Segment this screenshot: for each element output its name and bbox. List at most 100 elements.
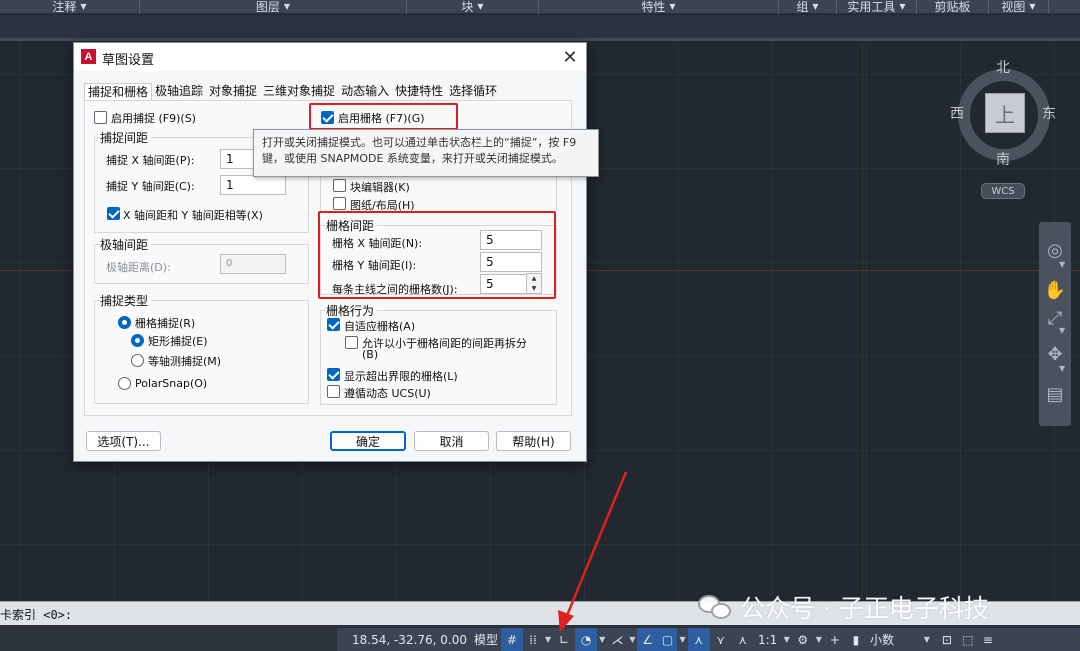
units-icon-button[interactable]: ▮ [846, 628, 866, 651]
block-editor-checkbox[interactable] [333, 179, 346, 192]
ribbon-panel-clipboard[interactable]: 剪贴板 [917, 0, 989, 14]
dialog-tabs: 捕捉和栅格 极轴追踪 对象捕捉 三维对象捕捉 动态输入 快捷特性 选择循环 [84, 83, 500, 101]
object-snap-button[interactable]: ▢ [657, 628, 678, 651]
properties-icon: ⊡ [941, 632, 952, 647]
ribbon-panel-properties[interactable]: 特性 ▼ [539, 0, 779, 14]
units-value: 小数 [869, 633, 894, 647]
chevron-down-icon[interactable]: ▼ [677, 635, 687, 644]
polar-distance-label: 极轴距离(D): [106, 261, 171, 274]
tab-dynamic-input[interactable]: 动态输入 [338, 83, 392, 101]
close-button[interactable]: ✕ [560, 47, 580, 68]
polarsnap-radio[interactable] [118, 377, 131, 390]
customize-menu-button[interactable]: ≡ [978, 628, 998, 651]
chevron-down-icon[interactable]: ▼ [627, 635, 637, 644]
ribbon-panel-block[interactable]: 块 ▼ [407, 0, 539, 14]
chevron-down-icon[interactable]: ▼ [782, 635, 792, 644]
viewcube-top-face[interactable]: 上 [985, 93, 1025, 133]
dialog-title-bar[interactable]: A 草图设置 ✕ [74, 43, 586, 71]
model-space-button[interactable]: 模型 [471, 628, 501, 651]
navigation-bar: ◎ ▼ ✋ ⤢ ▼ ✥ ▼ ▤ [1039, 222, 1071, 426]
dialog-title: 草图设置 [102, 53, 155, 68]
ribbon-panel-layers[interactable]: 图层 ▼ [140, 0, 407, 14]
drafting-settings-dialog: A 草图设置 ✕ 捕捉和栅格 极轴追踪 对象捕捉 三维对象捕捉 动态输入 快捷特… [73, 42, 587, 462]
x-axis-line [0, 270, 74, 271]
help-button[interactable]: 帮助(H) [496, 431, 571, 451]
annotation-icon: ⋏ [694, 632, 704, 647]
ribbon-panel-label: 视图 [1001, 0, 1026, 14]
ok-button[interactable]: 确定 [330, 431, 406, 451]
snap-type-title: 捕捉类型 [100, 292, 152, 309]
tab-3d-object-snap[interactable]: 三维对象捕捉 [260, 83, 338, 101]
chevron-down-icon: ▼ [1029, 2, 1036, 11]
grid-behavior-title: 栅格行为 [326, 302, 378, 319]
compass-north[interactable]: 北 [996, 57, 1010, 77]
beyond-limits-checkbox[interactable] [327, 368, 340, 381]
object-snap-tracking-button[interactable]: ∠ [637, 628, 658, 651]
wechat-logo-icon [698, 593, 734, 621]
annotation-visibility-button[interactable]: ⋏ [687, 628, 710, 651]
subdivide-checkbox[interactable] [345, 336, 358, 349]
chevron-down-icon: ▼ [80, 2, 87, 11]
annotation-scale[interactable]: 1:1 [754, 628, 782, 651]
paper-layout-checkbox[interactable] [333, 197, 346, 210]
tab-snap-and-grid[interactable]: 捕捉和栅格 [84, 83, 153, 101]
viewcube[interactable]: 上 北 南 西 东 [950, 55, 1060, 168]
chevron-down-icon: ▼ [899, 2, 906, 11]
major-line-spinner[interactable]: ▲ ▼ [526, 273, 542, 294]
autocad-logo-icon: A [81, 49, 96, 64]
snap-dots-icon: ⁞⁞ [529, 632, 537, 647]
snap-on-checkbox[interactable] [94, 111, 107, 124]
spin-up-icon[interactable]: ▲ [527, 274, 541, 284]
scale-icon: ⋏ [738, 632, 748, 647]
steering-wheel-icon[interactable]: ◎ [1043, 238, 1067, 262]
auto-scale-button[interactable]: ⋎ [710, 628, 732, 651]
chevron-down-icon[interactable]: ▼ [1059, 326, 1065, 335]
spin-down-icon[interactable]: ▼ [527, 284, 541, 294]
follow-ucs-checkbox[interactable] [327, 385, 340, 398]
options-button[interactable]: 选项(T)... [86, 431, 161, 451]
watermark: 公众号 · 子正电子科技 [698, 590, 989, 624]
chevron-down-icon[interactable]: ▼ [1059, 260, 1065, 269]
compass-south[interactable]: 南 [996, 149, 1010, 169]
chevron-down-icon[interactable]: ▼ [543, 635, 553, 644]
rectangular-snap-radio[interactable] [131, 334, 144, 347]
tab-object-snap[interactable]: 对象捕捉 [206, 83, 260, 101]
ribbon-panel-annotation[interactable]: 注释 ▼ [0, 0, 140, 14]
equal-xy-checkbox[interactable] [107, 207, 120, 220]
adaptive-grid-checkbox[interactable] [327, 318, 340, 331]
ribbon-panel-label: 组 [796, 0, 809, 14]
compass-east[interactable]: 东 [1042, 103, 1056, 123]
showmotion-icon[interactable]: ▤ [1043, 382, 1067, 406]
tab-quick-properties[interactable]: 快捷特性 [392, 83, 446, 101]
grid-toggle-button[interactable]: # [501, 628, 524, 651]
object-snap-icon: ▢ [661, 632, 674, 647]
ribbon-panel-group[interactable]: 组 ▼ [779, 0, 837, 14]
wcs-menu-button[interactable]: WCS [981, 183, 1025, 199]
fullscreen-button[interactable]: ⬚ [958, 628, 978, 651]
grid-snap-radio[interactable] [118, 316, 131, 329]
rectangular-snap-label: 矩形捕捉(E) [148, 335, 208, 348]
annotation-scale-icon-button[interactable]: ⋏ [732, 628, 754, 651]
cancel-button[interactable]: 取消 [414, 431, 489, 451]
cursor-coordinates[interactable]: 18.54, -32.76, 0.00 [337, 628, 471, 651]
pan-hand-icon[interactable]: ✋ [1043, 278, 1067, 302]
ribbon-panel-view[interactable]: 视图 ▼ [989, 0, 1049, 14]
chevron-down-icon[interactable]: ▼ [814, 635, 824, 644]
file-tab-bar [0, 15, 1080, 41]
polar-distance-input[interactable]: 0 [220, 254, 286, 274]
chevron-down-icon: ▼ [283, 2, 291, 11]
annotation-monitor-button[interactable]: + [824, 628, 846, 651]
quick-properties-button[interactable]: ⊡ [936, 628, 958, 651]
isometric-snap-radio[interactable] [131, 354, 144, 367]
compass-west[interactable]: 西 [950, 103, 964, 123]
orbit-icon[interactable]: ✥ [1043, 342, 1067, 366]
ribbon-panel-utilities[interactable]: 实用工具 ▼ [837, 0, 917, 14]
snap-y-input[interactable]: 1 [220, 175, 286, 195]
workspace-gear-button[interactable]: ⚙ [792, 628, 814, 651]
chevron-down-icon[interactable]: ▼ [1059, 364, 1065, 373]
tab-selection-cycling[interactable]: 选择循环 [446, 83, 500, 101]
units-selector[interactable]: 小数 ▼ [866, 628, 936, 651]
chevron-down-icon[interactable]: ▼ [597, 635, 607, 644]
tab-polar-tracking[interactable]: 极轴追踪 [152, 83, 206, 101]
plus-icon: + [829, 632, 840, 647]
